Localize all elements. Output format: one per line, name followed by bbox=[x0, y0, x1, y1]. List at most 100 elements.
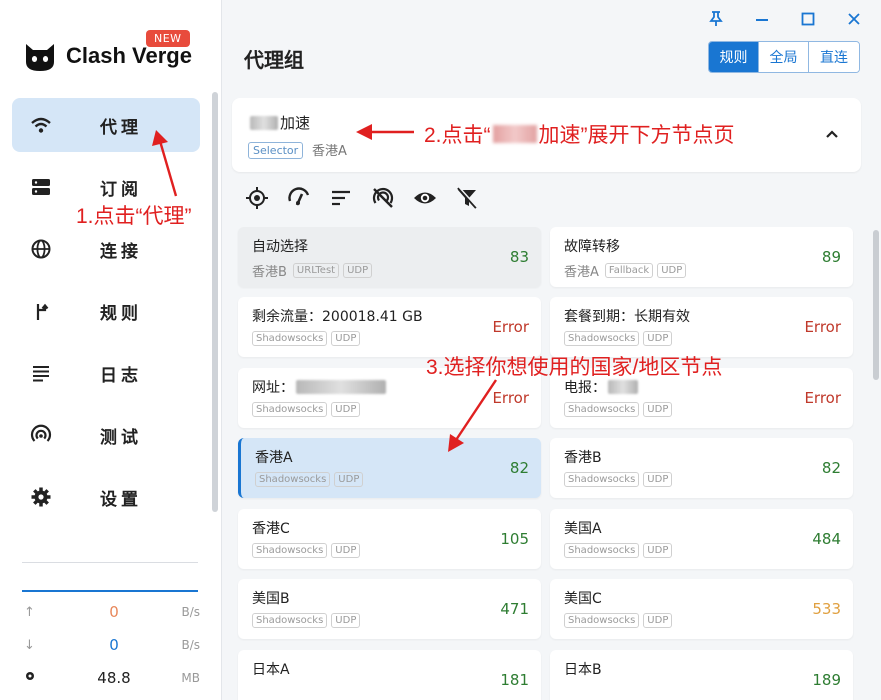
proxy-node-tag: Shadowsocks bbox=[252, 613, 328, 628]
proxy-node-tag: UDP bbox=[331, 331, 361, 346]
proxy-toolbar bbox=[244, 185, 496, 211]
proxy-node-delay[interactable]: 533 bbox=[812, 600, 841, 618]
proxy-node-tag: UDP bbox=[643, 402, 673, 417]
proxy-node-tag: Fallback bbox=[604, 263, 654, 278]
eye-icon[interactable] bbox=[412, 185, 438, 211]
proxy-node-card[interactable]: 美国B Shadowsocks UDP 471 bbox=[238, 579, 541, 639]
proxy-node-card[interactable]: 香港C Shadowsocks UDP 105 bbox=[238, 509, 541, 569]
proxy-node-name-text: 故障转移 bbox=[564, 239, 620, 255]
proxy-node-name: 剩余流量：200018.41 GB bbox=[252, 306, 423, 326]
proxy-node-meta: Shadowsocks UDP bbox=[255, 472, 367, 487]
app-window: Clash Verge NEW 代理 订阅 连接 规则 日志 测试 设置 ↑ 0… bbox=[0, 0, 881, 700]
proxy-node-card[interactable]: 美国C Shadowsocks UDP 533 bbox=[550, 579, 853, 639]
server-icon bbox=[30, 176, 52, 198]
proxy-node-card[interactable]: 故障转移 香港A Fallback UDP 89 bbox=[550, 227, 853, 287]
redacted-text bbox=[250, 115, 278, 130]
maximize-icon[interactable] bbox=[793, 10, 823, 28]
proxy-node-delay[interactable]: 83 bbox=[510, 248, 529, 266]
gear-icon bbox=[30, 486, 52, 508]
chevron-up-icon[interactable] bbox=[825, 124, 839, 143]
memory-unit: MB bbox=[181, 671, 200, 685]
proxy-node-tag: UDP bbox=[643, 472, 673, 487]
sidebar-item-label: 代理 bbox=[100, 117, 142, 138]
annotation-step1: 1.点击“代理” bbox=[76, 205, 192, 228]
sidebar-scrollbar[interactable] bbox=[212, 92, 218, 512]
proxy-node-card[interactable]: 美国A Shadowsocks UDP 484 bbox=[550, 509, 853, 569]
list-icon bbox=[30, 362, 52, 384]
locate-icon[interactable] bbox=[244, 185, 270, 211]
download-stat: ↓ 0 B/s bbox=[24, 633, 200, 657]
proxy-node-name-text: 美国A bbox=[564, 521, 602, 537]
proxy-node-card[interactable]: 香港B Shadowsocks UDP 82 bbox=[550, 438, 853, 498]
main-scrollbar[interactable] bbox=[873, 230, 879, 380]
proxy-node-name: 套餐到期：长期有效 bbox=[564, 306, 690, 326]
pin-icon[interactable] bbox=[701, 10, 731, 28]
proxy-node-name-text: 美国C bbox=[564, 591, 602, 607]
proxy-node-delay[interactable]: 82 bbox=[822, 459, 841, 477]
proxy-node-tag: Shadowsocks bbox=[252, 331, 328, 346]
download-value: 0 bbox=[109, 636, 119, 654]
speed-test-icon[interactable] bbox=[286, 185, 312, 211]
proxy-node-tag: Shadowsocks bbox=[564, 543, 640, 558]
proxy-node-card[interactable]: 自动选择香港B URLTest UDP 83 bbox=[238, 227, 541, 287]
proxy-node-card[interactable]: 剩余流量：200018.41 GB Shadowsocks UDP Error bbox=[238, 297, 541, 357]
proxy-node-tag: Shadowsocks bbox=[564, 402, 640, 417]
proxy-node-name-text: 日本A bbox=[252, 662, 290, 678]
proxy-node-delay[interactable]: 189 bbox=[812, 671, 841, 689]
proxy-node-delay[interactable]: 82 bbox=[510, 459, 529, 477]
memory-stat: 48.8 MB bbox=[24, 666, 200, 690]
sidebar-item-connections[interactable]: 连接 bbox=[12, 222, 200, 276]
proxy-group-name: 加速 bbox=[250, 112, 310, 133]
proxy-node-name-text: 日本B bbox=[564, 662, 602, 678]
proxy-node-delay[interactable]: 471 bbox=[500, 600, 529, 618]
sidebar-divider bbox=[22, 562, 198, 563]
proxy-node-meta: 香港B URLTest UDP bbox=[252, 261, 376, 280]
proxy-node-card[interactable]: 套餐到期：长期有效 Shadowsocks UDP Error bbox=[550, 297, 853, 357]
proxy-node-card[interactable]: 日本A 181 bbox=[238, 650, 541, 700]
proxy-node-delay[interactable]: Error bbox=[804, 389, 841, 407]
close-icon[interactable] bbox=[839, 10, 869, 28]
sidebar-item-rules[interactable]: 规则 bbox=[12, 284, 200, 338]
funnel-x-icon[interactable] bbox=[454, 185, 480, 211]
arrow-up-icon: ↑ bbox=[24, 604, 35, 620]
sidebar-item-settings[interactable]: 设置 bbox=[12, 470, 200, 524]
sidebar-item-logs[interactable]: 日志 bbox=[12, 346, 200, 400]
proxy-node-name-text: 剩余流量：200018.41 GB bbox=[252, 309, 423, 325]
proxy-node-delay[interactable]: Error bbox=[492, 389, 529, 407]
proxy-node-name: 日本B bbox=[564, 659, 602, 679]
proxy-node-card[interactable]: 香港A Shadowsocks UDP 82 bbox=[238, 438, 541, 498]
sidebar-item-label: 测试 bbox=[100, 427, 142, 448]
new-badge: NEW bbox=[146, 30, 190, 47]
mode-global-button[interactable]: 全局 bbox=[759, 42, 809, 72]
fork-icon bbox=[30, 300, 52, 322]
mode-rule-button[interactable]: 规则 bbox=[709, 42, 759, 72]
proxy-node-tag: UDP bbox=[331, 402, 361, 417]
sidebar-item-test[interactable]: 测试 bbox=[12, 408, 200, 462]
proxy-node-name: 美国B bbox=[252, 588, 290, 608]
mode-direct-button[interactable]: 直连 bbox=[809, 42, 859, 72]
proxy-node-tag: Shadowsocks bbox=[564, 472, 640, 487]
sort-icon[interactable] bbox=[328, 185, 354, 211]
proxy-node-meta: Shadowsocks UDP bbox=[252, 402, 364, 417]
sidebar-item-label: 连接 bbox=[100, 241, 142, 262]
proxy-node-delay[interactable]: 89 bbox=[822, 248, 841, 266]
proxy-node-delay[interactable]: Error bbox=[492, 318, 529, 336]
globe-icon bbox=[30, 238, 52, 260]
signal-icon bbox=[30, 424, 52, 446]
filter-off-icon[interactable] bbox=[370, 185, 396, 211]
sidebar: Clash Verge NEW 代理 订阅 连接 规则 日志 测试 设置 ↑ 0… bbox=[0, 0, 222, 700]
proxy-node-delay[interactable]: Error bbox=[804, 318, 841, 336]
proxy-node-tag: UDP bbox=[331, 613, 361, 628]
proxy-node-delay[interactable]: 105 bbox=[500, 530, 529, 548]
redacted-text bbox=[296, 380, 386, 394]
minimize-icon[interactable] bbox=[747, 10, 777, 28]
proxy-node-delay[interactable]: 181 bbox=[500, 671, 529, 689]
proxy-node-delay[interactable]: 484 bbox=[812, 530, 841, 548]
proxy-node-meta: Shadowsocks UDP bbox=[252, 331, 364, 346]
sidebar-item-proxy[interactable]: 代理 bbox=[12, 98, 200, 152]
proxy-node-card[interactable]: 日本B 189 bbox=[550, 650, 853, 700]
proxy-node-name-text: 自动选择 bbox=[252, 239, 308, 255]
memory-value: 48.8 bbox=[97, 669, 131, 687]
download-unit: B/s bbox=[181, 638, 200, 652]
proxy-node-tag: Shadowsocks bbox=[255, 472, 331, 487]
